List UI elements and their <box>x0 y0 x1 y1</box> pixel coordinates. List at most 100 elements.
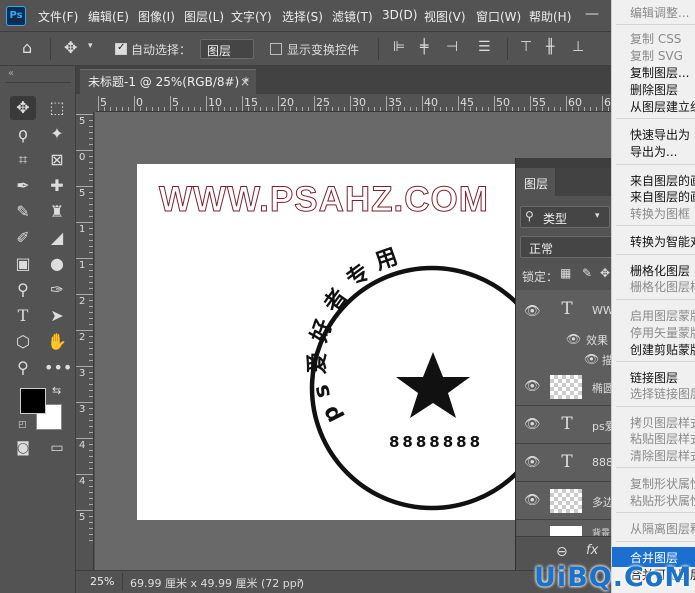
visibility-eye-icon[interactable]: 👁 <box>524 493 541 508</box>
fx-icon[interactable]: fx <box>586 543 598 558</box>
history-brush-tool-icon[interactable]: ✐ <box>10 226 36 250</box>
home-icon[interactable]: ⌂ <box>22 38 32 57</box>
default-colors-icon[interactable]: ◰ <box>18 420 27 430</box>
quick-mask-icon[interactable]: ◙ <box>10 436 36 460</box>
ruler-tick-label: 5 <box>79 188 86 199</box>
magic-wand-tool-icon[interactable]: ✦ <box>44 122 70 146</box>
menu-view[interactable]: 视图(V) <box>424 8 466 25</box>
context-menu-item[interactable]: 转换为智能对象 <box>630 233 695 250</box>
layer-row[interactable]: 👁 T ps爱 <box>516 406 615 444</box>
context-menu-item[interactable]: 从图层建立组... <box>630 98 695 115</box>
document-tab[interactable]: 未标题-1 @ 25%(RGB/8#) * × <box>80 69 256 94</box>
ruler-tick-label: 1 <box>79 224 86 235</box>
lasso-tool-icon[interactable]: ϙ <box>10 122 36 146</box>
visibility-eye-icon[interactable]: 👁 <box>524 417 541 432</box>
context-menu-item[interactable]: 创建剪贴蒙版 <box>630 341 695 358</box>
healing-brush-tool-icon[interactable]: ✚ <box>44 174 70 198</box>
marquee-tool-icon[interactable]: ⬚ <box>44 96 70 120</box>
collapse-panel-icon[interactable]: « <box>8 68 14 79</box>
menu-file[interactable]: 文件(F) <box>38 8 78 25</box>
menu-layer[interactable]: 图层(L) <box>184 8 224 25</box>
align-hcenter-icon[interactable]: ╪ <box>420 39 428 55</box>
menu-help[interactable]: 帮助(H) <box>529 8 571 25</box>
layer-filter-dropdown[interactable]: ⚲ 类型 ▾ <box>520 206 610 228</box>
auto-select-dropdown[interactable]: 图层 <box>200 39 254 59</box>
dodge-tool-icon[interactable]: ⚲ <box>10 278 36 302</box>
crop-tool-icon[interactable]: ⌗ <box>10 148 36 172</box>
effects-eye-icon[interactable]: 👁 <box>566 332 581 346</box>
foreground-color-swatch[interactable] <box>20 388 46 414</box>
menu-window[interactable]: 窗口(W) <box>476 8 521 25</box>
menu-select[interactable]: 选择(S) <box>282 8 323 25</box>
eyedropper-tool-icon[interactable]: ✒ <box>10 174 36 198</box>
menu-type[interactable]: 文字(Y) <box>231 8 272 25</box>
layer-row[interactable]: 👁 多边 <box>516 482 615 520</box>
align-top-icon[interactable]: ⊤ <box>520 39 532 55</box>
visibility-eye-icon[interactable]: 👁 <box>524 379 541 394</box>
lock-transparency-icon[interactable]: ▦ <box>560 266 571 280</box>
frame-tool-icon[interactable]: ⊠ <box>44 148 70 172</box>
menu-filter[interactable]: 滤镜(T) <box>332 8 373 25</box>
gradient-tool-icon[interactable]: ▣ <box>10 252 36 276</box>
swap-colors-icon[interactable]: ⇆ <box>52 384 61 397</box>
layers-panel: 图层 ⚲ 类型 ▾ 正常 锁定： ▦ ✎ ✥ 👁 T WW 👁 效果 👁 描 👁… <box>515 158 615 570</box>
align-left-icon[interactable]: ⊫ <box>393 39 405 55</box>
align-right-icon[interactable]: ⊣ <box>446 39 458 55</box>
stroke-effect-eye-icon[interactable]: 👁 <box>584 352 599 366</box>
lock-pixels-icon[interactable]: ✎ <box>582 266 592 280</box>
close-tab-icon[interactable]: × <box>240 70 250 94</box>
chevron-down-icon[interactable]: ▾ <box>88 41 93 51</box>
type-tool-icon[interactable]: T <box>10 304 36 328</box>
move-tool-icon[interactable]: ✥ <box>64 38 77 57</box>
align-bottom-icon[interactable]: ⊥ <box>572 39 584 55</box>
layer-row[interactable]: 👁 T 888 <box>516 444 615 482</box>
shape-tool-icon[interactable]: ⬡ <box>10 330 36 354</box>
context-menu-item[interactable]: 链接图层 <box>630 369 678 386</box>
layer-row[interactable]: 👁 椭圆 <box>516 368 615 406</box>
blend-mode-dropdown[interactable]: 正常 <box>520 236 615 258</box>
ruler-origin[interactable] <box>76 96 96 112</box>
eraser-tool-icon[interactable]: ◢ <box>44 226 70 250</box>
link-layers-icon[interactable]: ⊖ <box>556 544 568 560</box>
vertical-ruler[interactable]: 5 0 5 1 1 2 2 3 3 4 4 5 <box>76 112 94 570</box>
menu-3d[interactable]: 3D(D) <box>382 8 417 22</box>
blur-tool-icon[interactable]: ● <box>44 252 70 276</box>
zoom-tool-icon[interactable]: ⚲ <box>10 356 36 380</box>
zoom-level[interactable]: 25% <box>90 575 114 588</box>
menu-separator <box>616 24 695 25</box>
document-canvas[interactable]: WWW.PSAHZ.COM ps爱好者专用 8888888 <box>137 164 517 520</box>
context-menu-item[interactable]: 来自图层的画板... <box>630 172 695 189</box>
align-vcenter-icon[interactable]: ╫ <box>546 39 554 55</box>
tab-layers[interactable]: 图层 <box>516 168 556 196</box>
ruler-tick-label: 55 <box>532 96 546 109</box>
move-tool-icon[interactable]: ✥ <box>10 96 36 120</box>
context-menu-item: 编辑调整... <box>630 6 690 20</box>
context-menu-item[interactable]: 导出为... <box>630 143 677 160</box>
minimize-icon[interactable]: — <box>585 6 599 22</box>
clone-stamp-tool-icon[interactable]: ♜ <box>44 200 70 224</box>
context-menu-item[interactable]: 删除图层 <box>630 81 678 98</box>
horizontal-ruler[interactable]: 505101520253035404550556065 <box>96 96 616 112</box>
auto-select-checkbox[interactable] <box>115 42 127 55</box>
visibility-eye-icon[interactable]: 👁 <box>524 455 541 470</box>
context-menu-item[interactable]: 栅格化图层 <box>630 262 690 279</box>
menu-image[interactable]: 图像(I) <box>138 8 175 25</box>
context-menu-item[interactable]: 复制图层... <box>630 64 689 81</box>
path-selection-tool-icon[interactable]: ➤ <box>44 304 70 328</box>
chevron-right-icon[interactable]: › <box>298 574 302 587</box>
show-transform-checkbox[interactable] <box>270 43 282 55</box>
ruler-tick-label: 50 <box>496 96 510 109</box>
visibility-eye-icon[interactable]: 👁 <box>524 304 541 319</box>
screen-mode-icon[interactable]: ▭ <box>44 436 70 460</box>
menu-edit[interactable]: 编辑(E) <box>88 8 129 25</box>
hand-tool-icon[interactable]: ✋ <box>44 330 70 354</box>
lock-position-icon[interactable]: ✥ <box>600 266 610 280</box>
more-tools-icon[interactable]: ••• <box>44 356 72 380</box>
pen-tool-icon[interactable]: ✑ <box>44 278 70 302</box>
context-menu-item[interactable]: 来自图层的画框... <box>630 188 695 205</box>
distribute-icon[interactable]: ☰ <box>478 39 491 55</box>
context-menu-item[interactable]: 快速导出为 PNG <box>630 126 695 143</box>
brush-tool-icon[interactable]: ✎ <box>10 200 36 224</box>
ruler-tick-label: 3 <box>79 404 86 415</box>
show-transform-label: 显示变换控件 <box>287 43 360 57</box>
